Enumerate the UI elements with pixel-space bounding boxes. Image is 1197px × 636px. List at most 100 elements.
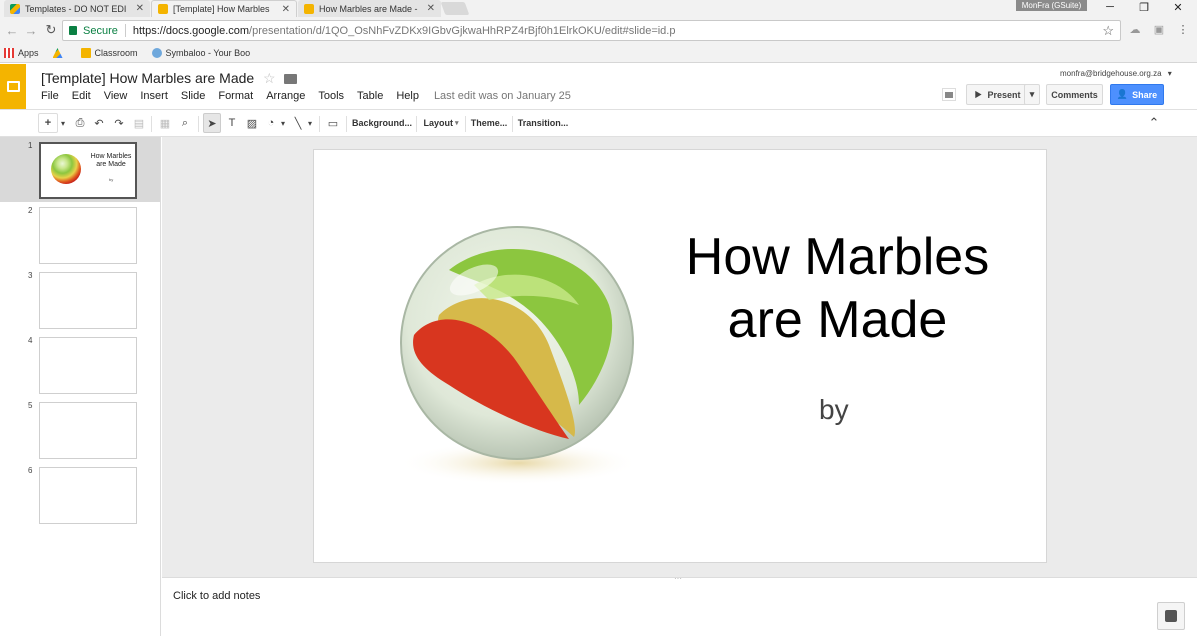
notes-placeholder[interactable]: Click to add notes [173,590,260,602]
line-icon[interactable]: ╲ [290,113,306,133]
slide-title[interactable]: How Marbles are Made [665,226,1010,352]
close-icon[interactable]: ✕ [427,3,435,14]
folder-icon[interactable] [284,74,297,84]
comments-button[interactable]: Comments [1046,84,1103,105]
image-icon[interactable]: ▨ [244,113,260,133]
menu-format[interactable]: Format [218,90,253,102]
cloud-extension-icon[interactable]: ☁ [1128,22,1142,36]
chevron-down-icon: ▾ [1029,89,1035,99]
slide-thumbnail[interactable] [39,402,137,459]
slides-home-button[interactable] [0,64,26,109]
slide-thumbnail-row[interactable]: 5 [0,397,160,462]
slide-thumbnail[interactable] [39,337,137,394]
transition-button[interactable]: Transition... [517,113,569,133]
menu-tools[interactable]: Tools [318,90,344,102]
bookmark-apps[interactable]: Apps [4,48,39,58]
undo-icon[interactable]: ↶ [91,113,107,133]
slide-thumbnail[interactable] [39,272,137,329]
print-icon[interactable]: ⎙ [72,113,88,133]
bookmark-label: Classroom [94,48,138,58]
url-path: /presentation/d/1QO_OsNhFvZDKx9IGbvGjkwa… [249,24,676,37]
browser-tab-marbles[interactable]: How Marbles are Made - ✕ [298,0,441,17]
document-title[interactable]: [Template] How Marbles are Made [41,70,254,86]
share-label: Share [1132,89,1158,100]
chevron-down-icon[interactable]: ▾ [306,113,314,133]
slide-thumbnail[interactable] [39,467,137,524]
menu-help[interactable]: Help [396,90,419,102]
menu-view[interactable]: View [104,90,128,102]
comment-add-icon[interactable]: ▭ [325,113,341,133]
menu-edit[interactable]: Edit [72,90,91,102]
google-drive-icon [10,3,20,14]
fit-icon[interactable]: ▦ [157,113,173,133]
slides-header: [Template] How Marbles are Made ☆ File E… [0,64,1197,109]
bookmark-drive[interactable] [52,48,67,58]
chevron-down-icon[interactable]: ▾ [279,113,287,133]
marble-image[interactable] [379,225,647,491]
address-divider [124,24,126,37]
redo-icon[interactable]: ↷ [111,113,127,133]
speaker-notes[interactable]: ··· Click to add notes [162,574,1197,636]
present-options-button[interactable]: ▾ [1024,84,1040,105]
menu-insert[interactable]: Insert [140,90,168,102]
account-email[interactable]: monfra@bridgehouse.org.za ▾ [1060,69,1172,78]
window-close-icon[interactable]: ✕ [1162,0,1194,14]
slide-thumbnail-row[interactable]: 3 [0,267,160,332]
background-button[interactable]: Background... [351,113,413,133]
bookmark-symbaloo[interactable]: Symbaloo - Your Boo [151,48,250,58]
marble-thumbnail-image [51,154,81,184]
menu-file[interactable]: File [41,90,59,102]
reload-icon[interactable]: ↻ [43,22,59,38]
toolbar-divider [465,116,466,132]
browser-tab-template-marbles[interactable]: [Template] How Marbles ✕ [151,0,297,17]
present-button[interactable]: Present [966,84,1028,105]
menu-slide[interactable]: Slide [181,90,205,102]
new-slide-layout-dropdown[interactable]: ▾ [58,113,68,133]
slide-thumbnail[interactable]: How Marbles are Made by [39,142,137,199]
slide-thumbnail[interactable] [39,207,137,264]
new-slide-button[interactable]: + [38,113,58,133]
close-icon[interactable]: ✕ [282,4,290,15]
bookmarks-bar: Apps Classroom Symbaloo - Your Boo [0,44,1197,63]
slide-thumbnail-row[interactable]: 1 How Marbles are Made by [0,137,160,202]
menu-arrange[interactable]: Arrange [266,90,305,102]
minimize-icon[interactable]: ─ [1094,0,1126,14]
back-icon[interactable]: ← [4,22,20,38]
address-bar[interactable]: Secure https://docs.google.com /presenta… [62,20,1121,41]
current-slide[interactable]: How Marbles are Made by [313,149,1047,563]
forward-icon[interactable]: → [23,22,39,38]
chrome-menu-icon[interactable]: ⋮ [1176,22,1190,36]
bookmark-classroom[interactable]: Classroom [80,48,138,58]
account-email-text: monfra@bridgehouse.org.za [1060,69,1162,78]
collapse-chevron-icon[interactable]: ⌃ [1145,113,1163,133]
close-icon[interactable]: ✕ [136,3,144,14]
text-box-icon[interactable]: T [224,113,240,133]
slide-thumbnail-row[interactable]: 2 [0,202,160,267]
browser-tab-strip: Templates - DO NOT EDI ✕ [Template] How … [0,0,1197,17]
slide-thumbnail-row[interactable]: 6 [0,462,160,527]
new-tab-button[interactable] [440,2,470,15]
profile-chip[interactable]: MonFra (GSuite) [1016,0,1087,11]
slide-thumbnail-row[interactable]: 4 [0,332,160,397]
menu-table[interactable]: Table [357,90,383,102]
shape-icon[interactable]: ◔ [263,113,279,133]
paint-format-icon[interactable]: ▤ [131,113,147,133]
slide-subtitle[interactable]: by [819,394,849,426]
bookmark-star-icon[interactable]: ☆ [1102,23,1114,39]
layout-button[interactable]: Layout ▾ [421,113,461,133]
zoom-icon[interactable]: ⌕ [177,113,193,133]
editor-toolbar: + ▾ ⎙ ↶ ↷ ▤ ▦ ⌕ ➤ T ▨ ◔ ▾ ╲ ▾ ▭ Backgrou… [0,109,1197,137]
star-icon[interactable]: ☆ [263,70,276,87]
menu-bar: File Edit View Insert Slide Format Arran… [41,90,571,102]
last-edit-link[interactable]: Last edit was on January 25 [434,90,571,102]
notes-resize-handle[interactable]: ··· [674,574,682,583]
theme-button[interactable]: Theme... [469,113,509,133]
comments-history-icon[interactable] [942,88,956,101]
browser-tab-templates[interactable]: Templates - DO NOT EDI ✕ [4,0,150,17]
play-icon [975,90,982,99]
pdf-extension-icon[interactable]: ▣ [1152,22,1166,36]
share-button[interactable]: 👤 Share [1110,84,1164,105]
explore-button[interactable] [1157,602,1185,630]
restore-icon[interactable]: ❐ [1128,0,1160,14]
select-cursor-icon[interactable]: ➤ [203,113,221,133]
